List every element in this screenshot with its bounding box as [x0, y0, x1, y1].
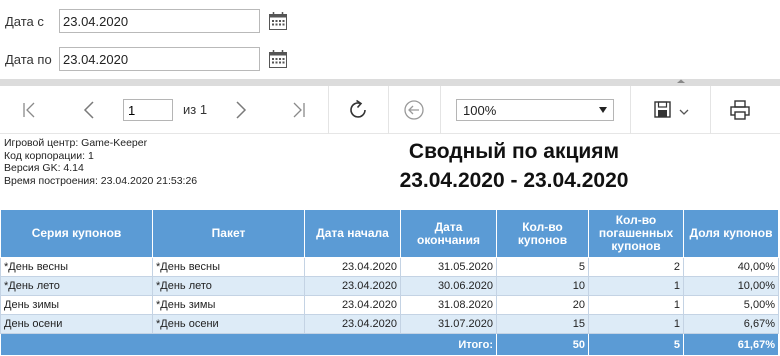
column-header: Кол-во купонов	[496, 209, 589, 258]
meta-build-time: Время построения: 23.04.2020 21:53:26	[4, 174, 198, 187]
table-cell: 31.05.2020	[400, 257, 497, 277]
chevron-left-icon	[83, 101, 94, 119]
column-header: Кол-во погашенных купонов	[588, 209, 684, 258]
coupons-table: Серия купонов Пакет Дата начала Дата око…	[0, 209, 779, 356]
total-count: 50	[496, 333, 589, 356]
meta-gk-version: Версия GK: 4.14	[4, 162, 84, 174]
table-cell: 15	[496, 314, 589, 334]
table-cell: *День лето	[0, 276, 153, 296]
table-cell: *День весны	[152, 257, 305, 277]
table-cell: День осени	[0, 314, 153, 334]
collapse-arrow-icon[interactable]	[673, 79, 689, 83]
table-cell: 10	[496, 276, 589, 296]
save-disk-icon	[654, 101, 689, 118]
last-page-button[interactable]	[284, 86, 314, 134]
chevron-right-icon	[236, 101, 247, 119]
table-cell: 40,00%	[683, 257, 779, 277]
zoom-value: 100%	[463, 103, 497, 118]
first-page-button[interactable]	[14, 86, 44, 134]
toolbar-divider	[328, 86, 329, 134]
export-button[interactable]	[646, 86, 696, 134]
total-redeemed: 5	[588, 333, 684, 356]
toolbar-divider	[630, 86, 631, 134]
table-row: *День весны *День весны 23.04.2020 31.05…	[0, 257, 779, 277]
table-cell: 23.04.2020	[304, 257, 401, 277]
back-button[interactable]	[398, 86, 430, 134]
table-cell: 6,67%	[683, 314, 779, 334]
table-cell: 23.04.2020	[304, 276, 401, 296]
calendar-icon[interactable]	[268, 49, 288, 69]
table-cell: 2	[588, 257, 684, 277]
table-header-row: Серия купонов Пакет Дата начала Дата око…	[0, 209, 779, 258]
table-cell: 31.07.2020	[400, 314, 497, 334]
last-page-icon	[293, 102, 305, 118]
table-cell: *День лето	[152, 276, 305, 296]
table-row: День осени *День осени 23.04.2020 31.07.…	[0, 314, 779, 334]
column-header: Доля купонов	[683, 209, 779, 258]
table-cell: 30.06.2020	[400, 276, 497, 296]
table-row: День зимы *День зимы 23.04.2020 31.08.20…	[0, 295, 779, 315]
total-label: Итого:	[0, 333, 497, 356]
report-page: Игровой центр: Game-Keeper Код корпораци…	[0, 134, 780, 356]
table-cell: 1	[588, 276, 684, 296]
toolbar-divider	[440, 86, 441, 134]
meta-game-center: Игровой центр: Game-Keeper	[4, 137, 148, 149]
table-cell: *День зимы	[152, 295, 305, 315]
table-cell: *День осени	[152, 314, 305, 334]
print-button[interactable]	[724, 86, 756, 134]
total-row: Итого: 50 5 61,67%	[0, 333, 779, 356]
toolbar-divider	[710, 86, 711, 134]
table-cell: 1	[588, 314, 684, 334]
column-header: Пакет	[152, 209, 305, 258]
toolbar-divider	[388, 86, 389, 134]
meta-corporation-code: Код корпорации: 1	[4, 149, 94, 162]
table-cell: 31.08.2020	[400, 295, 497, 315]
table-cell: День зимы	[0, 295, 153, 315]
filter-panel: Дата с Дата по	[0, 0, 780, 80]
refresh-button[interactable]	[342, 86, 374, 134]
date-from-label: Дата с	[5, 13, 44, 29]
page-number-input[interactable]	[123, 99, 173, 121]
table-cell: 10,00%	[683, 276, 779, 296]
next-page-button[interactable]	[226, 86, 256, 134]
column-header: Дата начала	[304, 209, 401, 258]
first-page-icon	[23, 102, 35, 118]
date-to-input[interactable]	[59, 47, 260, 71]
panel-splitter[interactable]	[0, 79, 780, 86]
date-from-input[interactable]	[59, 9, 260, 33]
total-share: 61,67%	[683, 333, 779, 356]
zoom-select[interactable]: 100%	[456, 99, 614, 121]
table-row: *День лето *День лето 23.04.2020 30.06.2…	[0, 276, 779, 296]
report-toolbar: из 1 100%	[0, 86, 780, 134]
report-title: Сводный по акциям	[408, 140, 620, 163]
refresh-icon	[350, 99, 366, 118]
calendar-icon[interactable]	[268, 11, 288, 31]
table-cell: *День весны	[0, 257, 153, 277]
table-cell: 23.04.2020	[304, 295, 401, 315]
report-meta: Игровой центр: Game-Keeper Код корпораци…	[4, 137, 197, 187]
table-cell: 1	[588, 295, 684, 315]
report-period: 23.04.2020 - 23.04.2020	[399, 169, 629, 192]
dropdown-arrow-icon	[599, 107, 607, 113]
printer-icon	[730, 100, 750, 120]
page-count-label: из 1	[183, 102, 208, 117]
table-cell: 5,00%	[683, 295, 779, 315]
table-cell: 20	[496, 295, 589, 315]
previous-page-button[interactable]	[74, 86, 104, 134]
column-header: Дата окончания	[400, 209, 497, 258]
table-cell: 5	[496, 257, 589, 277]
column-header: Серия купонов	[0, 209, 153, 258]
date-to-label: Дата по	[5, 51, 52, 67]
table-cell: 23.04.2020	[304, 314, 401, 334]
back-arrow-circle-icon	[404, 100, 424, 120]
